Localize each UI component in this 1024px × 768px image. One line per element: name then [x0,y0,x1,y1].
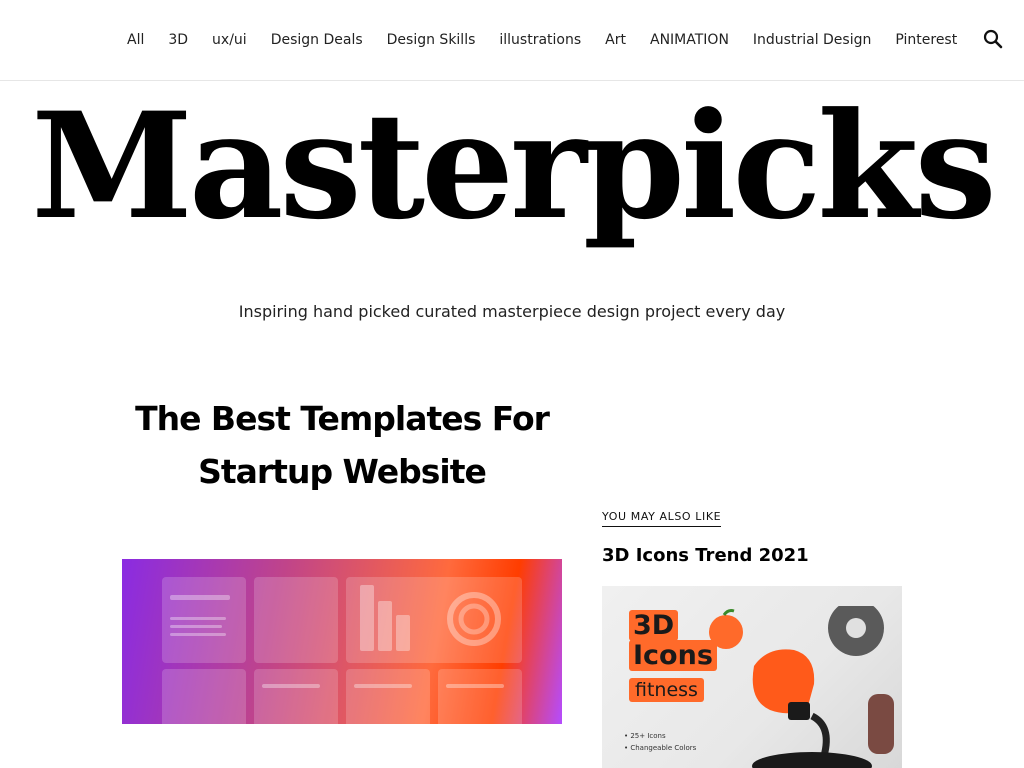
category-menu: All 3D ux/ui Design Deals Design Skills … [115,31,969,49]
nav-item-illustrations[interactable]: illustrations [487,31,593,49]
search-button[interactable] [982,28,1004,50]
nav-item-art[interactable]: Art [593,31,638,49]
related-post-title[interactable]: 3D Icons Trend 2021 [602,545,809,566]
nav-item-design-deals[interactable]: Design Deals [259,31,375,49]
nav-item-3d[interactable]: 3D [156,31,200,49]
site-logo-title[interactable]: Masterpicks [0,82,1024,252]
related-post-image[interactable]: 3D Icons fitness • 25+ Icons • Changeabl… [602,586,902,768]
nav-item-ux-ui[interactable]: ux/ui [200,31,259,49]
nav-item-all[interactable]: All [115,31,156,49]
search-icon [983,29,1003,49]
nav-item-design-skills[interactable]: Design Skills [375,31,488,49]
post-title[interactable]: The Best Templates For Startup Website [122,392,562,498]
fitness-3d-illustration [709,606,894,768]
top-navigation: All 3D ux/ui Design Deals Design Skills … [0,0,1024,81]
image-badge: fitness [629,678,704,702]
nav-item-pinterest[interactable]: Pinterest [883,31,969,49]
you-may-also-like-heading[interactable]: YOU MAY ALSO LIKE [602,510,722,527]
image-bullet-2: • Changeable Colors [624,744,697,752]
ring-icon [447,592,501,646]
image-bullet-1: • 25+ Icons [624,732,666,740]
post-hero-image[interactable] [122,559,562,724]
site-tagline: Inspiring hand picked curated masterpiec… [238,302,786,321]
nav-item-animation[interactable]: ANIMATION [638,31,741,49]
nav-item-industrial-design[interactable]: Industrial Design [741,31,883,49]
